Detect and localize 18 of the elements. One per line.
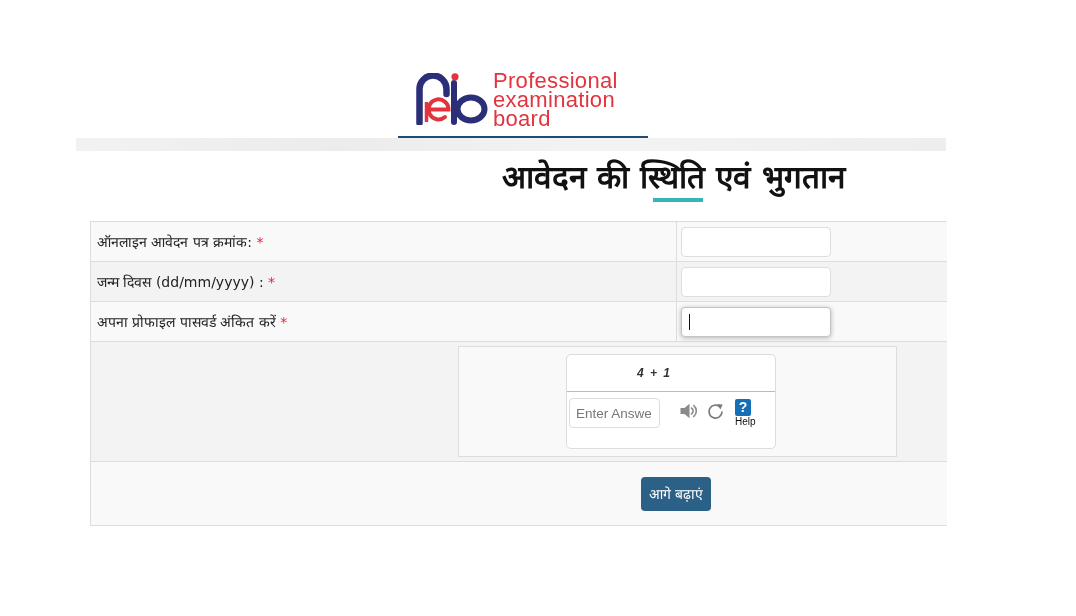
page-title: आवेदन की स्थिति एवं भुगतान bbox=[502, 158, 845, 197]
captcha-answer-field[interactable]: Enter Answe bbox=[569, 398, 660, 428]
field-label: ऑनलाइन आवेदन पत्र क्रमांक: * bbox=[97, 233, 264, 251]
logo-text: examination bbox=[493, 90, 615, 109]
logo-text: board bbox=[493, 109, 551, 128]
application-number-field[interactable] bbox=[681, 226, 831, 257]
continue-button[interactable]: आगे बढ़ाएं bbox=[641, 476, 712, 511]
logo-mark-icon bbox=[415, 73, 489, 125]
field-label: अपना प्रोफाइल पासवर्ड अंकित करें * bbox=[97, 313, 288, 331]
speaker-icon[interactable] bbox=[680, 403, 698, 419]
logo-text: Professional bbox=[493, 71, 618, 90]
refresh-icon[interactable] bbox=[707, 403, 724, 420]
help-button[interactable]: ? bbox=[735, 399, 751, 416]
password-field[interactable] bbox=[681, 306, 831, 337]
captcha-question: 4 + 1 bbox=[637, 366, 672, 380]
field-label: जन्म दिवस (dd/mm/yyyy) : * bbox=[97, 273, 276, 291]
birth-date-field[interactable] bbox=[681, 266, 831, 297]
help-label: Help bbox=[735, 416, 756, 427]
